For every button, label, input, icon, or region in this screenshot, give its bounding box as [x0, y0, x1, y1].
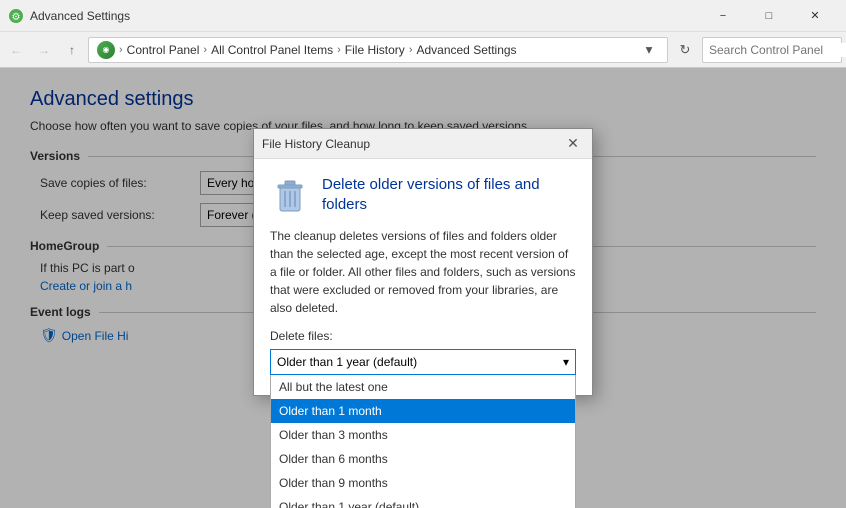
- breadcrumb-advanced-settings: Advanced Settings: [416, 43, 516, 57]
- chevron-down-icon-3: ▾: [563, 355, 569, 369]
- refresh-button[interactable]: ↻: [672, 37, 698, 63]
- dropdown-item-1[interactable]: Older than 1 month: [271, 399, 575, 423]
- address-dropdown-button[interactable]: ▾: [639, 37, 659, 63]
- window-controls: − □ ✕: [700, 0, 838, 32]
- dialog-header-row: Delete older versions of files and folde…: [270, 175, 576, 215]
- dialog-titlebar: File History Cleanup ✕: [254, 129, 592, 159]
- back-button[interactable]: ←: [4, 38, 28, 62]
- dropdown-list: All but the latest one Older than 1 mont…: [270, 375, 576, 508]
- minimize-button[interactable]: −: [700, 0, 746, 32]
- delete-files-select[interactable]: Older than 1 year (default) ▾: [270, 349, 576, 375]
- dropdown-item-2[interactable]: Older than 3 months: [271, 423, 575, 447]
- dropdown-item-0[interactable]: All but the latest one: [271, 375, 575, 399]
- dialog-title: File History Cleanup: [262, 137, 562, 151]
- search-input[interactable]: [709, 43, 846, 57]
- up-button[interactable]: ↑: [60, 38, 84, 62]
- breadcrumb-control-panel: Control Panel: [127, 43, 200, 57]
- address-field[interactable]: ◉ › Control Panel › All Control Panel It…: [88, 37, 668, 63]
- forward-button[interactable]: →: [32, 38, 56, 62]
- delete-files-select-wrapper: Older than 1 year (default) ▾ All but th…: [270, 349, 576, 375]
- file-history-cleanup-dialog: File History Cleanup ✕ Delete older vers: [253, 128, 593, 396]
- dropdown-item-5[interactable]: Older than 1 year (default): [271, 495, 575, 508]
- close-button[interactable]: ✕: [792, 0, 838, 32]
- breadcrumb-icon: ◉: [97, 41, 115, 59]
- window-title: Advanced Settings: [30, 9, 700, 23]
- recycle-bin-icon: [270, 175, 310, 215]
- breadcrumb-file-history: File History: [345, 43, 405, 57]
- svg-text:⚙: ⚙: [12, 12, 21, 23]
- dialog-description: The cleanup deletes versions of files an…: [270, 227, 576, 317]
- maximize-button[interactable]: □: [746, 0, 792, 32]
- dropdown-item-4[interactable]: Older than 9 months: [271, 471, 575, 495]
- search-box[interactable]: 🔍: [702, 37, 842, 63]
- breadcrumb-all-items: All Control Panel Items: [211, 43, 333, 57]
- dialog-close-button[interactable]: ✕: [562, 133, 584, 155]
- title-bar: ⚙ Advanced Settings − □ ✕: [0, 0, 846, 32]
- dialog-body: Delete older versions of files and folde…: [254, 159, 592, 395]
- dropdown-item-3[interactable]: Older than 6 months: [271, 447, 575, 471]
- delete-files-selected-value: Older than 1 year (default): [277, 355, 417, 369]
- dialog-overlay: File History Cleanup ✕ Delete older vers: [0, 68, 846, 508]
- dialog-heading: Delete older versions of files and folde…: [322, 175, 576, 214]
- breadcrumb: ◉ › Control Panel › All Control Panel It…: [97, 41, 639, 59]
- address-bar: ← → ↑ ◉ › Control Panel › All Control Pa…: [0, 32, 846, 68]
- app-icon: ⚙: [8, 8, 24, 24]
- delete-files-label: Delete files:: [270, 329, 576, 343]
- main-content: Advanced settings Choose how often you w…: [0, 68, 846, 508]
